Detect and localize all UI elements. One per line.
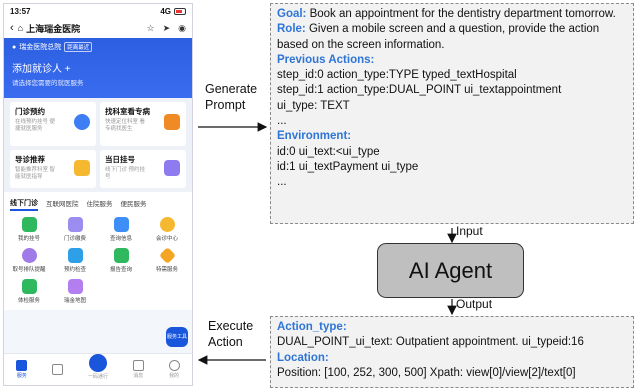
- execute-action-label: Execute Action: [208, 319, 254, 349]
- role-text: Given a mobile screen and a question, pr…: [277, 23, 600, 51]
- location-text: Position: [100, 252, 300, 500] Xpath: vi…: [277, 366, 576, 379]
- location-heading: Location:: [277, 351, 329, 364]
- output-label: Output: [456, 297, 493, 311]
- previous-action-line: step_id:0 action_type:TYPE typed_textHos…: [277, 69, 517, 82]
- action-type-text: DUAL_POINT_ui_text: Outpatient appointme…: [277, 336, 584, 349]
- previous-action-line: ...: [277, 115, 287, 128]
- environment-line: id:1 ui_textPayment ui_type: [277, 160, 419, 173]
- environment-line: ...: [277, 176, 287, 189]
- prompt-box: Goal: Book an appointment for the dentis…: [270, 3, 634, 224]
- output-box: Action_type: DUAL_POINT_ui_text: Outpati…: [270, 316, 634, 388]
- environment-heading: Environment:: [277, 130, 352, 143]
- action-type-heading: Action_type:: [277, 321, 347, 333]
- goal-key: Goal:: [277, 8, 307, 20]
- previous-actions-heading: Previous Actions:: [277, 53, 375, 66]
- goal-text: Book an appointment for the dentistry de…: [306, 8, 616, 20]
- goal-line: Goal: Book an appointment for the dentis…: [277, 7, 627, 22]
- previous-action-line: step_id:1 action_type:DUAL_POINT ui_text…: [277, 84, 562, 97]
- role-key: Role:: [277, 23, 306, 36]
- role-line: Role: Given a mobile screen and a questi…: [277, 22, 627, 53]
- input-label: Input: [456, 224, 483, 238]
- environment-line: id:0 ui_text:<ui_type: [277, 145, 380, 158]
- ai-agent-box: AI Agent: [377, 243, 524, 298]
- generate-prompt-label: Generate Prompt: [205, 82, 258, 112]
- previous-action-line: ui_type: TEXT: [277, 99, 350, 112]
